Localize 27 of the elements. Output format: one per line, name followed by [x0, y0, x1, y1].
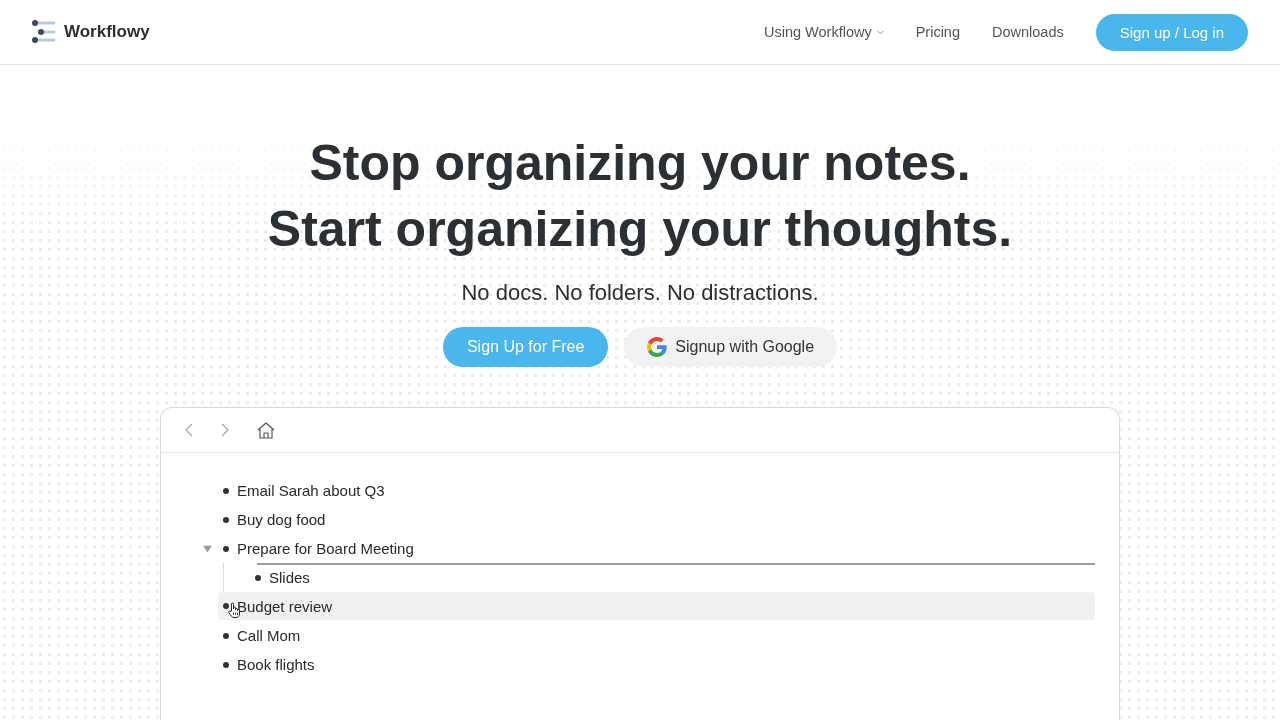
outline-item[interactable]: Budget review	[237, 597, 333, 615]
nav-link[interactable]: Using Workflowy	[763, 24, 884, 40]
home-icon[interactable]	[257, 421, 275, 439]
google-signup-button[interactable]: Signup with Google	[624, 327, 838, 367]
google-logo-icon	[647, 337, 668, 357]
headline: Start organizing your thoughts.	[266, 200, 1014, 259]
brand-name[interactable]: Workflowy	[64, 22, 150, 42]
outline-item[interactable]: Prepare for Board Meeting	[237, 540, 414, 557]
outline-item[interactable]: Slides	[269, 569, 310, 586]
outline-item[interactable]: Buy dog food	[237, 511, 326, 528]
expand-triangle-icon[interactable]	[203, 545, 212, 552]
outline-item[interactable]: Call Mom	[237, 627, 301, 644]
hand-cursor-icon	[228, 602, 240, 618]
outline-item[interactable]: Book flights	[237, 656, 315, 673]
bullet-icon[interactable]	[223, 516, 229, 523]
logo-icon[interactable]	[32, 20, 56, 44]
bullet-icon[interactable]	[223, 661, 229, 668]
bullet-icon[interactable]	[223, 603, 229, 609]
outline-item[interactable]: Email Sarah about Q3	[237, 482, 385, 499]
nav-link[interactable]: Downloads	[992, 24, 1064, 40]
nav-link[interactable]: Pricing	[915, 24, 960, 40]
bullet-icon[interactable]	[255, 574, 261, 581]
bullet-icon[interactable]	[223, 545, 229, 552]
headline: Stop organizing your notes.	[308, 134, 972, 193]
subtitle: No docs. No folders. No distractions.	[460, 279, 820, 307]
bullet-icon[interactable]	[223, 487, 229, 494]
bullet-icon[interactable]	[223, 632, 229, 639]
